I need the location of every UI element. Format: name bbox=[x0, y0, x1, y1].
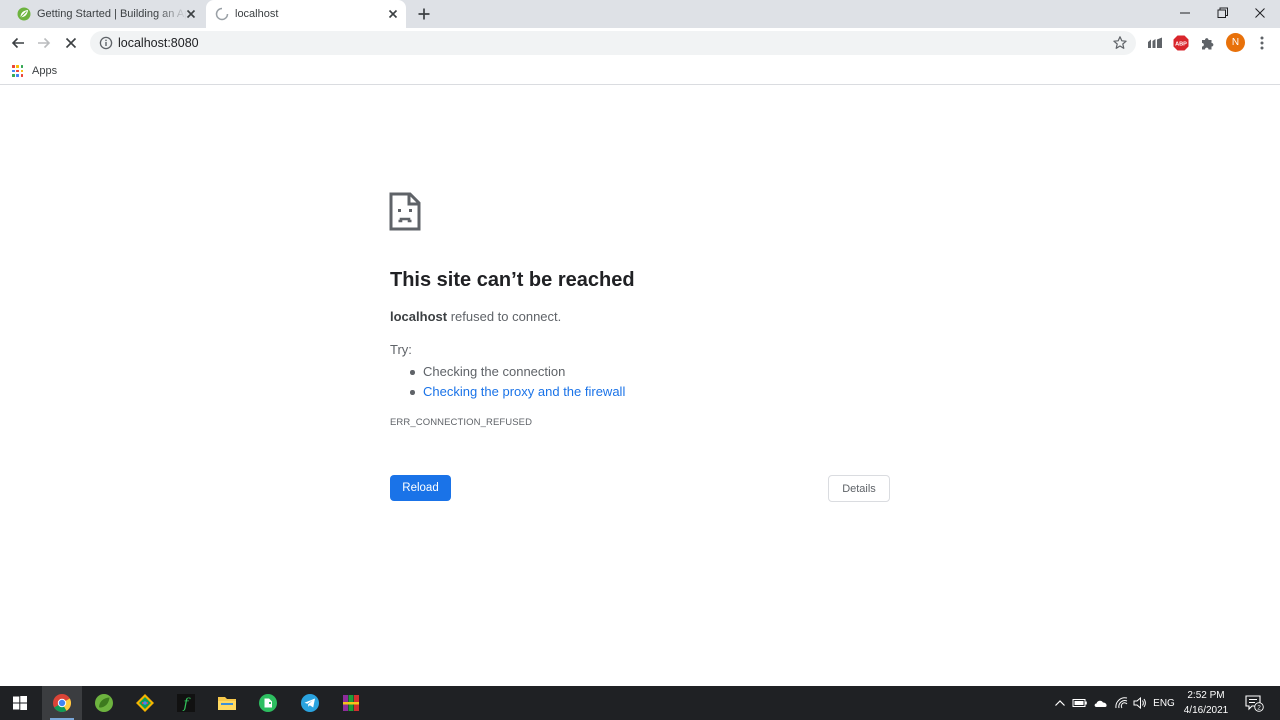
url-text[interactable]: localhost:8080 bbox=[118, 36, 199, 50]
tray-network[interactable] bbox=[1111, 686, 1131, 720]
back-arrow-icon[interactable] bbox=[9, 34, 27, 52]
apps-shortcut[interactable]: Apps bbox=[12, 64, 57, 78]
apps-grid-icon bbox=[12, 65, 24, 77]
language-indicator: ENG bbox=[1153, 697, 1175, 709]
minimize-icon[interactable] bbox=[1175, 4, 1195, 22]
browser-toolbar: localhost:8080 ABP bbox=[0, 28, 1280, 58]
close-icon[interactable] bbox=[386, 7, 400, 21]
tray-volume[interactable] bbox=[1131, 686, 1149, 720]
taskbar-spring-tool[interactable] bbox=[84, 686, 124, 720]
menu-kebab-icon[interactable] bbox=[1253, 34, 1271, 52]
bookmark-star-icon[interactable] bbox=[1112, 35, 1128, 51]
action-center[interactable]: 2 bbox=[1240, 686, 1268, 720]
taskbar-f-app[interactable]: f bbox=[166, 686, 206, 720]
adblock-plus-icon[interactable]: ABP bbox=[1172, 34, 1190, 52]
git-diamond-icon bbox=[136, 694, 154, 712]
error-title: This site can’t be reached bbox=[390, 269, 635, 291]
show-hidden-icons-chevron[interactable] bbox=[1051, 686, 1069, 720]
archive-books-icon bbox=[343, 695, 359, 711]
taskbar-file-explorer[interactable] bbox=[207, 686, 247, 720]
close-window-icon[interactable] bbox=[1250, 4, 1270, 22]
tray-onedrive[interactable] bbox=[1091, 686, 1111, 720]
taskbar-winrar[interactable] bbox=[331, 686, 371, 720]
clock-date: 4/16/2021 bbox=[1183, 705, 1229, 716]
windows-taskbar: f ENG 2:52 PM 4/16/2021 2 bbox=[0, 686, 1280, 720]
cloud-icon bbox=[1094, 700, 1107, 707]
speaker-icon bbox=[1133, 697, 1146, 709]
suggestion-check-connection: Checking the connection bbox=[409, 362, 625, 382]
folder-icon bbox=[218, 697, 236, 710]
taskbar-chrome[interactable] bbox=[42, 686, 82, 720]
spring-icon bbox=[17, 7, 31, 21]
forward-arrow-icon[interactable] bbox=[35, 34, 53, 52]
battery-icon bbox=[1072, 699, 1087, 707]
extensions-puzzle-icon[interactable] bbox=[1199, 34, 1217, 52]
try-label: Try: bbox=[390, 342, 412, 357]
new-tab-plus-icon[interactable] bbox=[416, 6, 432, 22]
apps-label: Apps bbox=[32, 65, 58, 77]
error-page: This site can’t be reached localhost ref… bbox=[0, 86, 1280, 686]
close-icon[interactable] bbox=[184, 7, 198, 21]
suggestion-check-proxy-firewall-link[interactable]: Checking the proxy and the firewall bbox=[409, 382, 625, 402]
telegram-icon bbox=[301, 694, 319, 712]
tray-battery[interactable] bbox=[1070, 686, 1090, 720]
error-code: ERR_CONNECTION_REFUSED bbox=[390, 417, 533, 428]
info-icon[interactable] bbox=[99, 36, 113, 50]
taskbar-evernote[interactable] bbox=[248, 686, 288, 720]
tray-language[interactable]: ENG bbox=[1151, 686, 1177, 720]
stop-loading-icon[interactable] bbox=[62, 34, 80, 52]
reload-button[interactable]: Reload bbox=[390, 475, 451, 501]
chrome-icon bbox=[53, 694, 72, 713]
evernote-elephant-icon bbox=[259, 694, 277, 712]
loading-spinner-icon bbox=[215, 7, 229, 21]
notification-icon: 2 bbox=[1245, 695, 1264, 712]
metrics-extension-icon[interactable] bbox=[1146, 34, 1164, 52]
bookmarks-bar: Apps bbox=[0, 58, 1280, 85]
error-host: localhost bbox=[390, 309, 448, 324]
function-f-icon: f bbox=[177, 694, 195, 712]
sad-page-icon bbox=[389, 192, 421, 231]
start-button[interactable] bbox=[0, 686, 40, 720]
wifi-icon bbox=[1115, 697, 1128, 709]
clock-time: 2:52 PM bbox=[1187, 690, 1225, 701]
taskbar-git-tool[interactable] bbox=[125, 686, 165, 720]
tab-title: localhost bbox=[235, 8, 279, 20]
notification-count: 2 bbox=[1257, 704, 1261, 711]
tab-localhost[interactable]: localhost bbox=[206, 0, 406, 28]
windows-logo-icon bbox=[13, 696, 27, 710]
tab-strip: Getting Started | Building an Applicatio… bbox=[0, 0, 1280, 28]
chevron-up-icon bbox=[1055, 700, 1065, 706]
address-bar[interactable]: localhost:8080 bbox=[90, 31, 1136, 55]
taskbar-telegram[interactable] bbox=[290, 686, 330, 720]
restore-icon[interactable] bbox=[1212, 4, 1232, 22]
spring-leaf-icon bbox=[95, 694, 113, 712]
svg-text:ABP: ABP bbox=[1175, 41, 1187, 47]
tab-getting-started[interactable]: Getting Started | Building an Applicatio… bbox=[8, 0, 204, 28]
details-button[interactable]: Details bbox=[828, 475, 890, 502]
tab-title: Getting Started | Building an Applicatio… bbox=[37, 8, 187, 20]
taskbar-clock[interactable]: 2:52 PM 4/16/2021 bbox=[1178, 688, 1234, 718]
suggestions-list: Checking the connection Checking the pro… bbox=[409, 362, 625, 402]
error-description-text: refused to connect. bbox=[447, 309, 562, 324]
error-description: localhost refused to connect. bbox=[390, 309, 561, 324]
profile-avatar[interactable]: N bbox=[1226, 33, 1245, 52]
